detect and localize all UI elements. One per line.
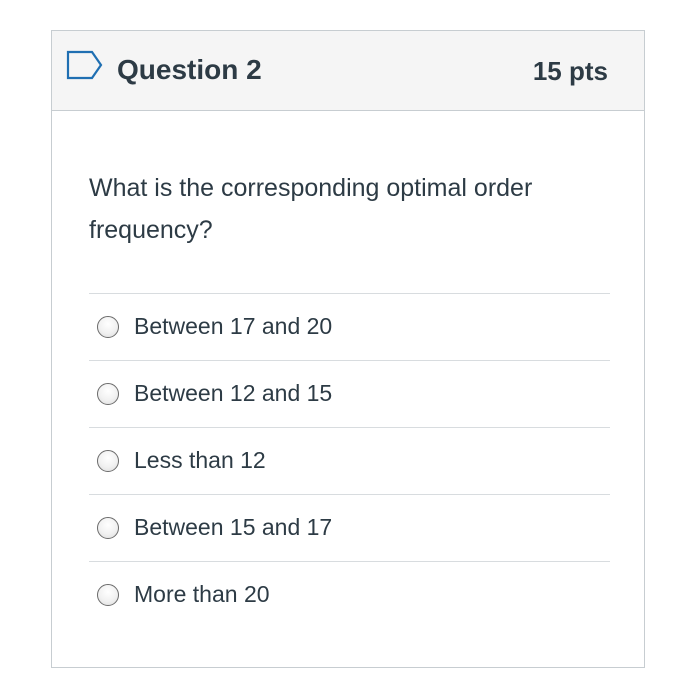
radio-button[interactable]	[97, 517, 119, 539]
radio-button[interactable]	[97, 383, 119, 405]
answer-option[interactable]: Between 17 and 20	[89, 293, 610, 360]
question-points: 15 pts	[532, 56, 608, 86]
answer-option[interactable]: Between 15 and 17	[89, 494, 610, 561]
flag-question-icon[interactable]	[66, 50, 104, 80]
answer-label[interactable]: More than 20	[134, 579, 270, 609]
answer-list: Between 17 and 20 Between 12 and 15 Less…	[89, 293, 610, 628]
question-title: Question 2	[117, 54, 262, 85]
answer-option[interactable]: Between 12 and 15	[89, 360, 610, 427]
answer-label[interactable]: Between 15 and 17	[134, 512, 332, 542]
question-text: What is the corresponding optimal order …	[89, 174, 533, 244]
radio-button[interactable]	[97, 450, 119, 472]
answer-label[interactable]: Less than 12	[134, 445, 266, 475]
question-card: Question 2 15 pts What is the correspond…	[51, 30, 645, 668]
radio-button[interactable]	[97, 584, 119, 606]
answer-option[interactable]: More than 20	[89, 561, 610, 628]
answer-option[interactable]: Less than 12	[89, 427, 610, 494]
answer-label[interactable]: Between 12 and 15	[134, 378, 332, 408]
answer-label[interactable]: Between 17 and 20	[134, 311, 332, 341]
question-header: Question 2 15 pts	[52, 31, 644, 111]
radio-button[interactable]	[97, 316, 119, 338]
